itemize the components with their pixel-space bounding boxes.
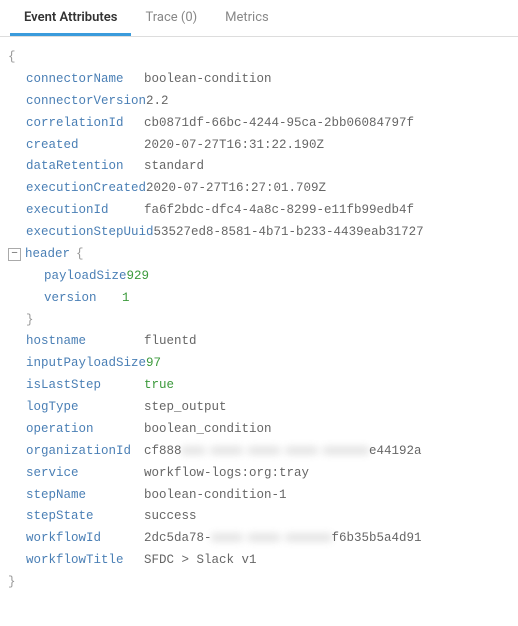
attr-row: stepState success (8, 506, 510, 528)
attr-row: stepName boolean-condition-1 (8, 485, 510, 507)
attr-row: isLastStep true (8, 375, 510, 397)
root-close-brace: } (8, 572, 510, 594)
attr-row: correlationId cb0871df-66bc-4244-95ca-2b… (8, 113, 510, 135)
attr-row: created 2020-07-27T16:31:22.190Z (8, 135, 510, 157)
attr-key: inputPayloadSize (26, 353, 146, 375)
value-redacted: xxxx-xxxx-xxxxxx (212, 531, 332, 545)
attr-row: version 1 (8, 288, 510, 310)
tab-event-attributes[interactable]: Event Attributes (10, 0, 131, 36)
attr-header-row: − header { (8, 244, 510, 266)
attr-value: 929 (127, 266, 150, 288)
attr-key: executionId (26, 200, 144, 222)
root-open-brace: { (8, 47, 510, 69)
tabs-bar: Event Attributes Trace (0) Metrics (0, 0, 518, 37)
attr-key: service (26, 463, 144, 485)
attr-value: 2020-07-27T16:27:01.709Z (146, 178, 326, 200)
attr-value: success (144, 506, 197, 528)
json-viewer: { connectorName boolean-condition connec… (0, 37, 518, 604)
tab-metrics[interactable]: Metrics (211, 0, 283, 36)
header-close-brace: } (8, 310, 510, 332)
attr-key: connectorVersion (26, 91, 146, 113)
attr-key: isLastStep (26, 375, 144, 397)
attr-row: service workflow-logs:org:tray (8, 463, 510, 485)
attr-key: executionCreated (26, 178, 146, 200)
attr-row: inputPayloadSize 97 (8, 353, 510, 375)
attr-value: true (144, 375, 174, 397)
attr-row: operation boolean_condition (8, 419, 510, 441)
attr-value: boolean_condition (144, 419, 272, 441)
attr-key: workflowId (26, 528, 144, 550)
attr-value: cb0871df-66bc-4244-95ca-2bb06084797f (144, 113, 414, 135)
attr-key: header (25, 244, 70, 266)
attr-row: executionId fa6f2bdc-dfc4-4a8c-8299-e11f… (8, 200, 510, 222)
attr-value: 2.2 (146, 91, 169, 113)
attr-key: organizationId (26, 441, 144, 463)
attr-value: fa6f2bdc-dfc4-4a8c-8299-e11fb99edb4f (144, 200, 414, 222)
value-suffix: e44192a (369, 444, 422, 458)
attr-value: 97 (146, 353, 161, 375)
tab-trace[interactable]: Trace (0) (131, 0, 211, 36)
attr-value: step_output (144, 397, 227, 419)
attr-key: version (44, 288, 122, 310)
attr-value: 53527ed8-8581-4b71-b233-4439eab31727 (154, 222, 424, 244)
attr-key: dataRetention (26, 156, 144, 178)
attr-key: correlationId (26, 113, 144, 135)
attr-row: workflowTitle SFDC > Slack v1 (8, 550, 510, 572)
attr-value: SFDC > Slack v1 (144, 550, 257, 572)
value-prefix: 2dc5da78- (144, 531, 212, 545)
attr-value: workflow-logs:org:tray (144, 463, 309, 485)
value-redacted: xxx-xxxx-xxxx-xxxx-xxxxxx (182, 444, 370, 458)
attr-key: connectorName (26, 69, 144, 91)
attr-row: connectorVersion 2.2 (8, 91, 510, 113)
attr-value: fluentd (144, 331, 197, 353)
attr-key: hostname (26, 331, 144, 353)
attr-row: logType step_output (8, 397, 510, 419)
attr-key: operation (26, 419, 144, 441)
attr-value: 2dc5da78-xxxx-xxxx-xxxxxxf6b35b5a4d91 (144, 528, 422, 550)
attr-key: created (26, 135, 144, 157)
attr-value: cf888xxx-xxxx-xxxx-xxxx-xxxxxxe44192a (144, 441, 422, 463)
attr-value: standard (144, 156, 204, 178)
attr-value: 2020-07-27T16:31:22.190Z (144, 135, 324, 157)
attr-key: stepState (26, 506, 144, 528)
attr-row: payloadSize 929 (8, 266, 510, 288)
collapse-toggle-icon[interactable]: − (8, 248, 21, 261)
attr-value: boolean-condition-1 (144, 485, 287, 507)
header-open-brace: { (76, 244, 84, 266)
attr-row: executionCreated 2020-07-27T16:27:01.709… (8, 178, 510, 200)
attr-key: logType (26, 397, 144, 419)
attr-row: organizationId cf888xxx-xxxx-xxxx-xxxx-x… (8, 441, 510, 463)
value-prefix: cf888 (144, 444, 182, 458)
attr-row: workflowId 2dc5da78-xxxx-xxxx-xxxxxxf6b3… (8, 528, 510, 550)
attr-key: stepName (26, 485, 144, 507)
attr-row: dataRetention standard (8, 156, 510, 178)
attr-row: connectorName boolean-condition (8, 69, 510, 91)
attr-row: executionStepUuid 53527ed8-8581-4b71-b23… (8, 222, 510, 244)
attr-key: workflowTitle (26, 550, 144, 572)
attr-key: payloadSize (44, 266, 127, 288)
attr-value: 1 (122, 288, 130, 310)
value-suffix: f6b35b5a4d91 (332, 531, 422, 545)
attr-row: hostname fluentd (8, 331, 510, 353)
attr-key: executionStepUuid (26, 222, 154, 244)
attr-value: boolean-condition (144, 69, 272, 91)
